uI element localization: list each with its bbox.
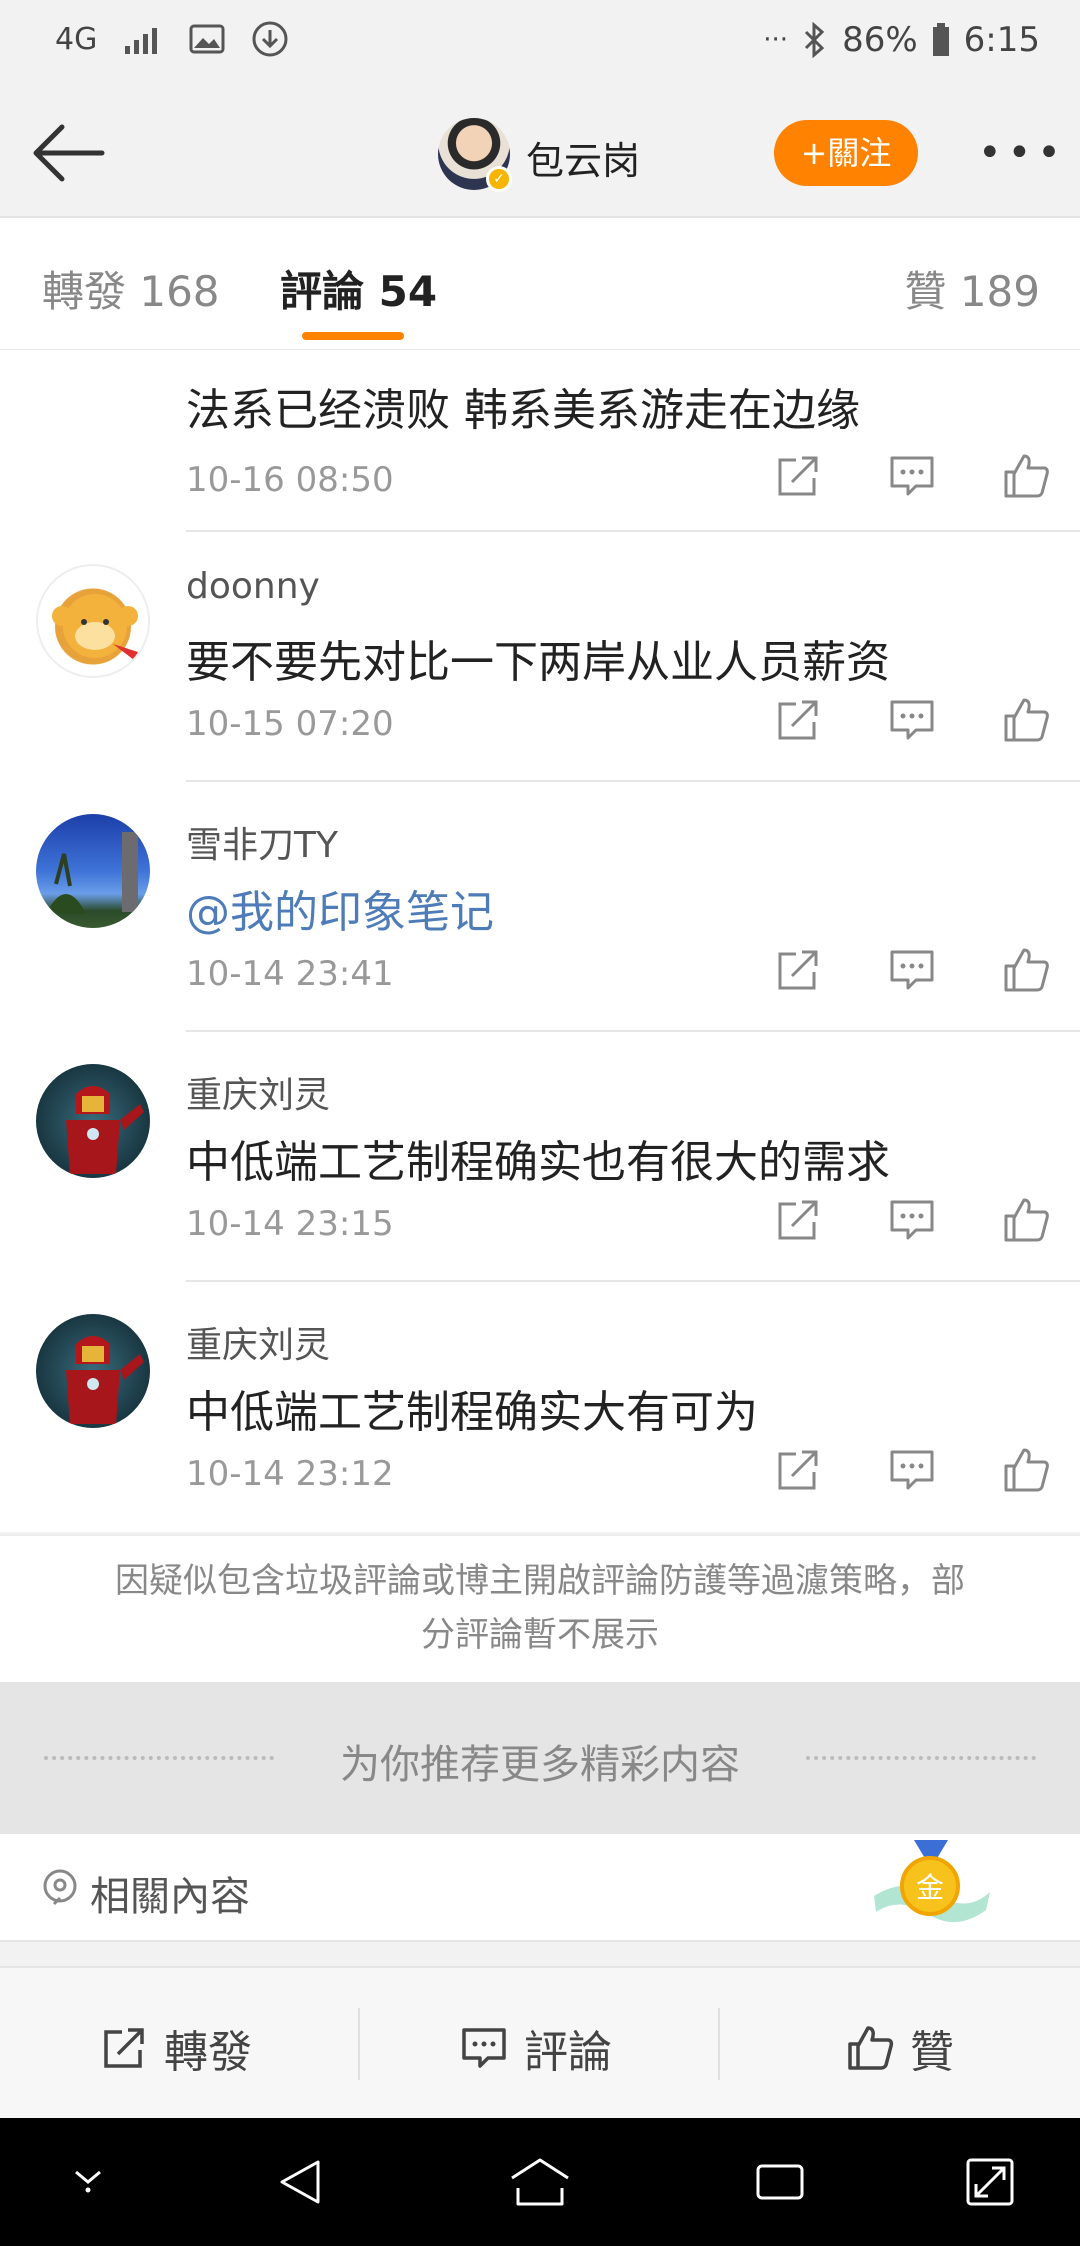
battery-percent: 86% [842,20,918,60]
top-nav: ✓ 包云岗 +關注 ••• [0,90,1080,218]
commenter-avatar[interactable] [36,1064,150,1178]
ironman-avatar-icon [66,1086,144,1174]
tree-photo-icon [46,832,138,914]
expand-icon[interactable] [964,2154,1016,2210]
comment-list: 法系已经溃败 韩系美系游走在边缘 10-16 08:50 doonny 要不要先… [0,350,1080,1532]
comment-icon[interactable] [888,452,936,500]
comment-item: doonny 要不要先对比一下两岸从业人员薪资 10-15 07:20 [0,532,1080,782]
like-icon [848,2026,894,2070]
commenter-name[interactable]: doonny [186,566,320,607]
status-more: ··· [763,25,789,55]
ironman-avatar-icon [66,1336,144,1424]
more-options-icon[interactable]: ••• [978,130,1067,176]
status-bar: 4G ··· 86% 6:15 [0,0,1080,90]
like-label: 贊 [910,2027,954,2078]
repost-icon[interactable] [774,696,822,744]
separator [358,2008,360,2080]
repost-icon[interactable] [774,452,822,500]
clock: 6:15 [963,20,1040,60]
comment-icon[interactable] [888,1446,936,1494]
comment-item: 重庆刘灵 中低端工艺制程确实大有可为 10-14 23:12 [0,1282,1080,1532]
comment-item: 法系已经溃败 韩系美系游走在边缘 10-16 08:50 [0,350,1080,532]
tab-comments[interactable]: 評論 54 [280,258,437,319]
comment-actions [774,1196,1050,1244]
comment-text: 法系已经溃败 韩系美系游走在边缘 [186,385,860,436]
repost-icon [104,2028,144,2068]
like-icon[interactable] [1002,946,1050,994]
comment-item: 雪非刀TY @我的印象笔记 10-14 23:41 [0,782,1080,1032]
repost-button[interactable]: 轉發 [100,2016,252,2080]
commenter-avatar[interactable] [36,564,150,678]
medal-char: 金 [916,1871,944,1904]
comment-actions [774,452,1050,500]
repost-icon[interactable] [774,1196,822,1244]
status-right: ··· 86% 6:15 [763,20,1040,60]
dotted-line [806,1756,1036,1760]
battery-icon [932,23,949,56]
like-icon[interactable] [1002,1196,1050,1244]
follow-button[interactable]: +關注 [774,120,918,186]
comment-time: 10-14 23:12 [186,1454,394,1494]
comment-actions [774,1446,1050,1494]
comment-item: 重庆刘灵 中低端工艺制程确实也有很大的需求 10-14 23:15 [0,1032,1080,1282]
bluetooth-icon [805,22,825,58]
notice-line-1: 因疑似包含垃圾評論或博主開啟評論防護等過濾策略，部 [115,1561,965,1601]
filter-notice: 因疑似包含垃圾評論或博主開啟評論防護等過濾策略，部 分評論暫不展示 [0,1534,1080,1682]
like-icon[interactable] [1002,696,1050,744]
tab-repost[interactable]: 轉發 168 [42,258,220,319]
recent-apps-icon[interactable] [752,2154,808,2210]
recommend-title: 为你推荐更多精彩内容 [340,1742,740,1788]
tab-likes[interactable]: 贊 189 [904,258,1040,319]
separator [718,2008,720,2080]
related-content-label: 相關內容 [90,1874,250,1920]
tab-bar: 轉發 168 評論 54 贊 189 [0,218,1080,350]
like-button[interactable]: 贊 [846,2016,954,2080]
comment-text: 中低端工艺制程确实大有可为 [186,1387,758,1438]
comment-time: 10-14 23:41 [186,954,394,994]
notice-line-2: 分評論暫不展示 [421,1615,659,1655]
monkey-avatar-icon [52,594,138,660]
comment-actions [774,696,1050,744]
commenter-name[interactable]: 雪非刀TY [186,816,338,868]
recommend-divider: 为你推荐更多精彩内容 [0,1682,1080,1834]
status-left: 4G [55,20,289,58]
commenter-name[interactable]: 重庆刘灵 [186,1316,330,1368]
home-icon[interactable] [508,2154,572,2210]
commenter-name[interactable]: 重庆刘灵 [186,1066,330,1118]
download-icon [252,21,288,57]
chevron-down-icon[interactable] [66,2154,110,2198]
like-icon[interactable] [1002,1446,1050,1494]
repost-icon[interactable] [774,946,822,994]
back-arrow-icon[interactable] [28,118,108,188]
signal-icon [125,28,158,54]
comment-icon[interactable] [888,1196,936,1244]
network-indicator: 4G [55,21,98,57]
comment-text: 要不要先对比一下两岸从业人员薪资 [186,637,890,688]
active-tab-indicator [302,332,404,340]
comment-time: 10-16 08:50 [186,460,394,500]
commenter-avatar[interactable] [36,814,150,928]
comment-time: 10-14 23:15 [186,1204,394,1244]
comment-label: 評論 [524,2027,612,2078]
comment-button[interactable]: 評論 [460,2016,612,2080]
verified-badge-icon: ✓ [486,166,512,192]
gold-medal-icon[interactable]: 金 [866,1836,996,1946]
bottom-action-bar: 轉發 評論 贊 [0,1966,1080,2118]
comment-icon [462,2028,506,2068]
system-nav-bar [0,2118,1080,2246]
author-name[interactable]: 包云岗 [526,130,640,185]
repost-icon[interactable] [774,1446,822,1494]
like-icon[interactable] [1002,452,1050,500]
comment-text: 中低端工艺制程确实也有很大的需求 [186,1137,890,1188]
comment-icon[interactable] [888,696,936,744]
comment-actions [774,946,1050,994]
comment-time: 10-15 07:20 [186,704,394,744]
repost-label: 轉發 [164,2027,252,2078]
location-pin-icon [43,1869,77,1906]
back-triangle-icon[interactable] [274,2154,330,2210]
comment-mention-link[interactable]: @我的印象笔记 [186,876,494,940]
comment-icon[interactable] [888,946,936,994]
gallery-icon [189,24,225,54]
commenter-avatar[interactable] [36,1314,150,1428]
